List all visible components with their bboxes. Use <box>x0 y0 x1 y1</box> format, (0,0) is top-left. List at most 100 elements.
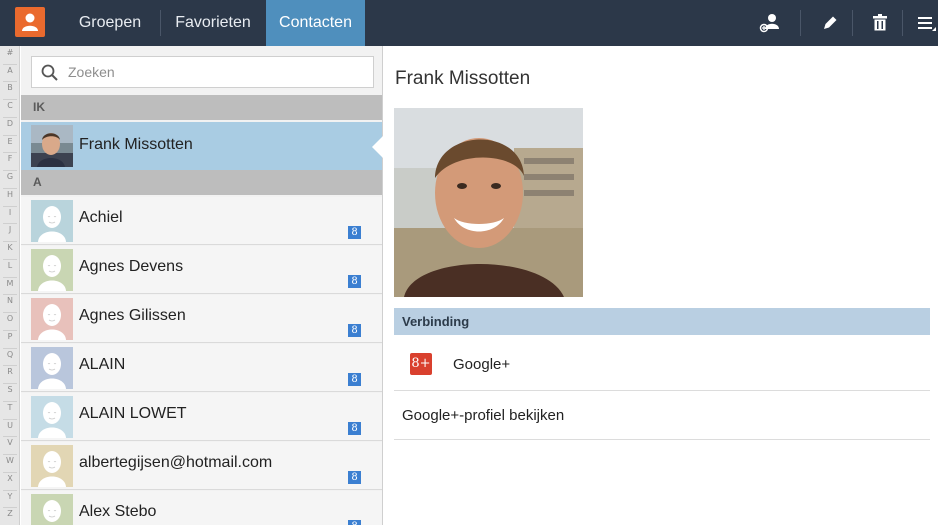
connection-header: Verbinding <box>394 308 930 335</box>
tab-groepen[interactable]: Groepen <box>64 0 156 46</box>
menu-icon[interactable] <box>914 9 938 37</box>
section-header-ik: IK <box>21 95 382 120</box>
alphabet-letter[interactable]: U <box>0 421 20 430</box>
google-plus-icon: 8+ <box>410 353 432 375</box>
contact-row[interactable]: Achiel 8 <box>21 197 382 245</box>
alphabet-letter[interactable]: V <box>0 438 20 447</box>
delete-icon[interactable] <box>866 9 894 37</box>
search-box[interactable] <box>31 56 374 88</box>
alphabet-letter[interactable]: Y <box>0 492 20 501</box>
contact-name: Agnes Gilissen <box>79 307 186 324</box>
contact-name: Achiel <box>79 209 123 226</box>
alphabet-letter[interactable]: D <box>0 119 20 128</box>
contacts-app-icon[interactable] <box>15 7 45 37</box>
view-profile-link[interactable]: Google+-profiel bekijken <box>394 392 930 440</box>
default-avatar-icon <box>31 347 73 389</box>
contact-detail: Frank Missotten Verbinding 8+ Google+ Go… <box>384 46 938 525</box>
alphabet-letter[interactable]: G <box>0 172 20 181</box>
contact-row[interactable]: ALAIN LOWET 8 <box>21 393 382 441</box>
alphabet-divider <box>3 134 17 136</box>
alphabet-divider <box>3 205 17 207</box>
google-plus-badge-icon: 8 <box>348 275 361 288</box>
alphabet-divider <box>3 170 17 172</box>
alphabet-divider <box>3 152 17 154</box>
alphabet-letter[interactable]: K <box>0 243 20 252</box>
alphabet-letter[interactable]: J <box>0 225 20 234</box>
alphabet-letter[interactable]: L <box>0 261 20 270</box>
contact-row[interactable]: ALAIN 8 <box>21 344 382 392</box>
alphabet-letter[interactable]: R <box>0 367 20 376</box>
contact-row[interactable]: Agnes Devens 8 <box>21 246 382 294</box>
search-icon <box>41 64 58 81</box>
selection-pointer <box>372 136 383 158</box>
alphabet-divider <box>3 223 17 225</box>
alphabet-letter[interactable]: H <box>0 190 20 199</box>
contact-row[interactable]: Alex Stebo 8 <box>21 491 382 525</box>
alphabet-index[interactable]: # A B C D E F G H I J K L M N O P Q R S T U V W X Y Z <box>0 46 20 525</box>
alphabet-letter[interactable]: P <box>0 332 20 341</box>
detail-contact-name: Frank Missotten <box>395 68 531 89</box>
alphabet-divider <box>3 471 17 473</box>
google-plus-badge-icon: 8 <box>348 373 361 386</box>
alphabet-letter[interactable]: E <box>0 137 20 146</box>
default-avatar-icon <box>31 200 73 242</box>
tab-favorieten[interactable]: Favorieten <box>163 0 263 46</box>
tab-contacten[interactable]: Contacten <box>266 0 365 46</box>
my-profile-row[interactable]: Frank Missotten <box>21 122 382 170</box>
contact-name: albertegijsen@hotmail.com <box>79 454 273 471</box>
alphabet-letter[interactable]: O <box>0 314 20 323</box>
default-avatar-icon <box>31 494 73 525</box>
alphabet-divider <box>3 276 17 278</box>
alphabet-letter[interactable]: I <box>0 208 20 217</box>
alphabet-divider <box>3 116 17 118</box>
alphabet-divider <box>3 81 17 83</box>
alphabet-letter[interactable]: X <box>0 474 20 483</box>
contact-row[interactable]: albertegijsen@hotmail.com 8 <box>21 442 382 490</box>
google-plus-badge-icon: 8 <box>348 226 361 239</box>
contact-name: Alex Stebo <box>79 503 157 520</box>
view-profile-label: Google+-profiel bekijken <box>402 407 565 424</box>
action-divider <box>800 10 801 36</box>
alphabet-letter[interactable]: # <box>0 48 20 57</box>
alphabet-divider <box>3 99 17 101</box>
action-divider <box>852 10 853 36</box>
alphabet-letter[interactable]: Q <box>0 350 20 359</box>
google-plus-connection[interactable]: 8+ Google+ <box>394 339 930 391</box>
alphabet-letter[interactable]: S <box>0 385 20 394</box>
google-plus-label: Google+ <box>453 356 511 373</box>
search-input[interactable] <box>68 57 368 87</box>
google-plus-badge-icon: 8 <box>348 471 361 484</box>
contact-name: ALAIN LOWET <box>79 405 187 422</box>
alphabet-divider <box>3 436 17 438</box>
alphabet-letter[interactable]: T <box>0 403 20 412</box>
contact-name: ALAIN <box>79 356 126 373</box>
google-plus-badge-icon: 8 <box>348 422 361 435</box>
edit-icon[interactable] <box>816 9 844 37</box>
alphabet-divider <box>3 329 17 331</box>
alphabet-divider <box>3 258 17 260</box>
contact-row[interactable]: Agnes Gilissen 8 <box>21 295 382 343</box>
default-avatar-icon <box>31 298 73 340</box>
alphabet-letter[interactable]: N <box>0 296 20 305</box>
alphabet-divider <box>3 400 17 402</box>
default-avatar-icon <box>31 396 73 438</box>
alphabet-letter[interactable]: B <box>0 83 20 92</box>
section-header-a: A <box>21 170 382 195</box>
alphabet-divider <box>3 187 17 189</box>
alphabet-divider <box>3 63 17 65</box>
alphabet-divider <box>3 294 17 296</box>
alphabet-divider <box>3 454 17 456</box>
default-avatar-icon <box>31 445 73 487</box>
add-contact-icon[interactable] <box>756 9 784 37</box>
alphabet-letter[interactable]: A <box>0 66 20 75</box>
alphabet-divider <box>3 507 17 509</box>
contact-name: Agnes Devens <box>79 258 184 275</box>
alphabet-letter[interactable]: F <box>0 154 20 163</box>
alphabet-letter[interactable]: C <box>0 101 20 110</box>
action-divider <box>902 10 903 36</box>
contact-photo[interactable] <box>394 108 583 297</box>
contact-list: IK Frank Missotten A Achiel8Agnes Devens… <box>21 46 383 525</box>
alphabet-letter[interactable]: M <box>0 279 20 288</box>
alphabet-letter[interactable]: W <box>0 456 20 465</box>
alphabet-letter[interactable]: Z <box>0 509 20 518</box>
